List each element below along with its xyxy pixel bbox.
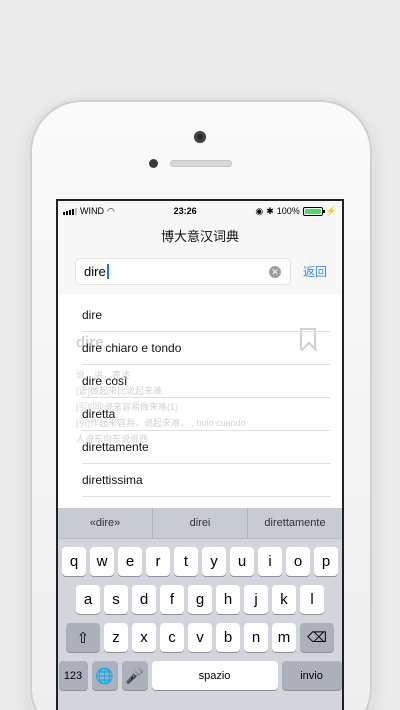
shift-icon: ⇧ bbox=[76, 629, 90, 647]
bluetooth-icon: ✱ bbox=[266, 205, 274, 216]
key-z[interactable]: z bbox=[104, 623, 128, 652]
microphone-icon: 🎤 bbox=[125, 667, 144, 685]
signal-icon bbox=[63, 207, 77, 215]
search-input-text: dire bbox=[84, 264, 106, 279]
key-k[interactable]: k bbox=[272, 585, 296, 614]
key-u[interactable]: u bbox=[230, 547, 254, 576]
status-time: 23:26 bbox=[173, 206, 197, 216]
key-e[interactable]: e bbox=[118, 547, 142, 576]
alarm-icon: ◉ bbox=[255, 205, 264, 216]
key-h[interactable]: h bbox=[216, 585, 240, 614]
search-input[interactable]: dire ✕ bbox=[75, 258, 291, 285]
backspace-icon: ⌫ bbox=[307, 629, 327, 645]
back-button[interactable]: 返回 bbox=[303, 263, 327, 280]
delete-key[interactable]: ⌫ bbox=[300, 623, 334, 652]
numbers-key[interactable]: 123 bbox=[58, 661, 88, 690]
key-o[interactable]: o bbox=[286, 547, 310, 576]
suggestion-item[interactable]: dire così bbox=[82, 365, 330, 398]
wifi-icon: ◠ bbox=[107, 205, 115, 216]
prediction-item[interactable]: direi bbox=[152, 508, 247, 538]
prediction-item[interactable]: «dire» bbox=[58, 508, 152, 538]
key-y[interactable]: y bbox=[202, 547, 226, 576]
key-s[interactable]: s bbox=[104, 585, 128, 614]
space-key[interactable]: spazio bbox=[151, 661, 278, 690]
globe-key[interactable]: 🌐 bbox=[91, 661, 118, 690]
status-bar: WIND ◠ 23:26 ◉ ✱ 100% ⚡ bbox=[58, 201, 342, 221]
key-b[interactable]: b bbox=[216, 623, 240, 652]
battery-icon bbox=[302, 206, 325, 216]
battery-percent: 100% bbox=[276, 206, 300, 216]
charging-icon: ⚡ bbox=[325, 205, 337, 216]
nav-bar: 博大意汉词典 bbox=[58, 221, 342, 249]
carrier-label: WIND bbox=[80, 206, 104, 216]
key-j[interactable]: j bbox=[244, 585, 268, 614]
suggestion-item[interactable]: diretta bbox=[82, 398, 330, 431]
key-g[interactable]: g bbox=[188, 585, 212, 614]
text-cursor bbox=[106, 264, 109, 279]
suggestion-item[interactable]: direttamente bbox=[82, 431, 330, 464]
key-r[interactable]: r bbox=[146, 547, 170, 576]
key-w[interactable]: w bbox=[90, 547, 114, 576]
page-title: 博大意汉词典 bbox=[160, 228, 239, 244]
prediction-bar: «dire» direi direttamente bbox=[58, 508, 342, 539]
key-p[interactable]: p bbox=[314, 547, 338, 576]
key-f[interactable]: f bbox=[160, 585, 184, 614]
dictation-key[interactable]: 🎤 bbox=[121, 661, 148, 690]
key-c[interactable]: c bbox=[160, 623, 184, 652]
proximity-sensor bbox=[149, 159, 158, 168]
suggestion-item[interactable]: dire bbox=[82, 299, 330, 332]
globe-icon: 🌐 bbox=[95, 667, 114, 685]
return-key[interactable]: invio bbox=[281, 661, 342, 690]
key-m[interactable]: m bbox=[272, 623, 296, 652]
watermark: IT手册 ITYX.COM bbox=[94, 483, 212, 498]
key-a[interactable]: a bbox=[76, 585, 100, 614]
shift-key[interactable]: ⇧ bbox=[66, 623, 100, 652]
key-x[interactable]: x bbox=[132, 623, 156, 652]
key-q[interactable]: q bbox=[62, 547, 86, 576]
phone-screen: WIND ◠ 23:26 ◉ ✱ 100% ⚡ 博大意汉词典 dire ✕ 返回… bbox=[56, 199, 344, 710]
key-v[interactable]: v bbox=[188, 623, 212, 652]
key-l[interactable]: l bbox=[300, 585, 324, 614]
key-t[interactable]: t bbox=[174, 547, 198, 576]
key-i[interactable]: i bbox=[258, 547, 282, 576]
key-n[interactable]: n bbox=[244, 623, 268, 652]
key-d[interactable]: d bbox=[132, 585, 156, 614]
earpiece-speaker bbox=[170, 160, 232, 167]
clear-icon[interactable]: ✕ bbox=[268, 266, 281, 278]
prediction-item[interactable]: direttamente bbox=[247, 508, 342, 538]
keyboard: «dire» direi direttamente q w e r t y u … bbox=[58, 508, 342, 710]
front-camera bbox=[194, 131, 206, 143]
search-row: dire ✕ 返回 bbox=[58, 249, 342, 294]
suggestion-item[interactable]: dire chiaro e tondo bbox=[82, 332, 330, 365]
